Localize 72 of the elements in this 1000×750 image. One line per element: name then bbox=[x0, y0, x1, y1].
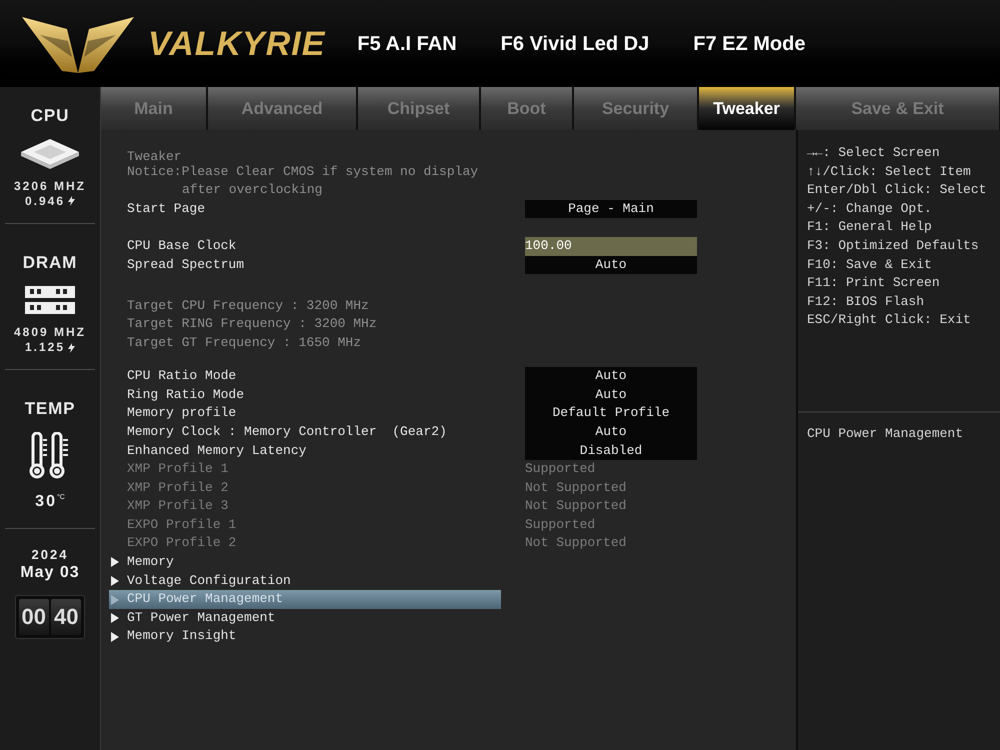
setting-label[interactable]: Spread Spectrum bbox=[127, 256, 525, 274]
brand-wordmark: VALKYRIE bbox=[148, 26, 326, 60]
temperature-value: 30 bbox=[35, 492, 57, 512]
key-hint: +/-: Change Opt. bbox=[807, 200, 933, 218]
setting-label: XMP Profile 1 bbox=[127, 460, 230, 478]
date-day: May 03 bbox=[20, 562, 80, 582]
cpu-voltage: 0.946 bbox=[24, 194, 66, 208]
setting-label[interactable]: Enhanced Memory Latency bbox=[127, 442, 525, 460]
setting-label: EXPO Profile 1 bbox=[127, 516, 238, 534]
submenu-item[interactable]: Voltage Configuration bbox=[109, 572, 501, 590]
hotkey-button[interactable]: F6 Vivid Led DJ bbox=[500, 28, 650, 58]
info-text: Target GT Frequency : 1650 MHz bbox=[127, 334, 362, 350]
info-text: Tweaker bbox=[127, 149, 182, 164]
help-description: CPU Power Management bbox=[807, 426, 964, 441]
status-text: Supported bbox=[525, 516, 596, 534]
info-text: Target RING Frequency : 3200 MHz bbox=[127, 316, 377, 332]
setting-label: XMP Profile 3 bbox=[127, 497, 230, 516]
date-year: 2024 bbox=[32, 546, 68, 562]
key-hint: Enter/Dbl Click: Select bbox=[807, 181, 988, 200]
triangle-icon bbox=[111, 613, 119, 624]
value-input[interactable]: 100.00 bbox=[525, 236, 697, 256]
option-selector[interactable]: Disabled bbox=[525, 442, 697, 460]
hotkey-button[interactable]: F5 A.I FAN bbox=[357, 28, 457, 58]
setting-label[interactable]: Ring Ratio Mode bbox=[127, 386, 525, 404]
key-hint: ESC/Right Click: Exit bbox=[807, 311, 972, 330]
option-selector[interactable]: Page - Main bbox=[525, 200, 697, 218]
dram-label: DRAM bbox=[22, 252, 78, 274]
hotkey-button[interactable]: F7 EZ Mode bbox=[693, 28, 806, 58]
dram-voltage: 1.125 bbox=[24, 340, 66, 355]
option-selector[interactable]: Auto bbox=[525, 256, 697, 274]
triangle-icon bbox=[111, 632, 119, 642]
setting-label[interactable]: Memory profile bbox=[127, 404, 525, 423]
cpu-label: CPU bbox=[30, 105, 70, 127]
temperature-label: TEMP bbox=[24, 398, 76, 420]
cpu-frequency: 3206 MHZ bbox=[14, 178, 86, 194]
memory-modules-icon bbox=[24, 284, 76, 316]
triangle-icon bbox=[111, 594, 119, 605]
key-hint: F1: General Help bbox=[807, 218, 933, 236]
key-hint: →←: Select Screen bbox=[807, 144, 941, 162]
submenu-item[interactable]: Memory bbox=[109, 553, 501, 572]
triangle-icon bbox=[111, 576, 119, 586]
cpu-chip-icon bbox=[19, 136, 81, 170]
triangle-icon bbox=[111, 557, 119, 568]
status-text: Not Supported bbox=[525, 534, 626, 552]
key-hint: F3: Optimized Defaults bbox=[807, 236, 980, 255]
key-hint: F10: Save & Exit bbox=[807, 256, 933, 274]
setting-label: XMP Profile 2 bbox=[127, 478, 230, 497]
setting-label[interactable]: CPU Base Clock bbox=[127, 236, 525, 256]
notice-text: Notice:Please Clear CMOS if system no display after overclocking bbox=[127, 162, 480, 200]
tab[interactable]: Tweaker bbox=[699, 87, 794, 130]
setting-label[interactable]: CPU Ratio Mode bbox=[127, 367, 525, 386]
info-text: Target CPU Frequency : 3200 MHz bbox=[127, 298, 369, 313]
option-selector[interactable]: Auto bbox=[525, 386, 697, 404]
key-hint: F12: BIOS Flash bbox=[807, 292, 926, 311]
key-hint: ↑↓/Click: Select Item bbox=[807, 162, 972, 181]
bolt-icon bbox=[68, 342, 76, 352]
setting-label[interactable]: Memory Clock : Memory Controller (Gear2) bbox=[127, 422, 525, 442]
dram-frequency: 4809 MHZ bbox=[14, 325, 86, 340]
option-selector[interactable]: Default Profile bbox=[525, 404, 697, 423]
clock-minutes: 40 bbox=[51, 598, 82, 634]
submenu-item[interactable]: Memory Insight bbox=[109, 627, 501, 646]
status-text: Not Supported bbox=[525, 478, 626, 497]
setting-label: EXPO Profile 2 bbox=[127, 534, 238, 552]
submenu-item[interactable]: GT Power Management bbox=[109, 608, 501, 628]
clock-hours: 00 bbox=[18, 598, 49, 634]
status-text: Not Supported bbox=[525, 497, 626, 516]
key-hint: F11: Print Screen bbox=[807, 274, 941, 292]
setting-label[interactable]: Start Page bbox=[127, 200, 525, 218]
bolt-icon bbox=[68, 196, 76, 206]
status-text: Supported bbox=[525, 460, 596, 478]
option-selector[interactable]: Auto bbox=[525, 367, 697, 386]
option-selector[interactable]: Auto bbox=[525, 422, 697, 442]
